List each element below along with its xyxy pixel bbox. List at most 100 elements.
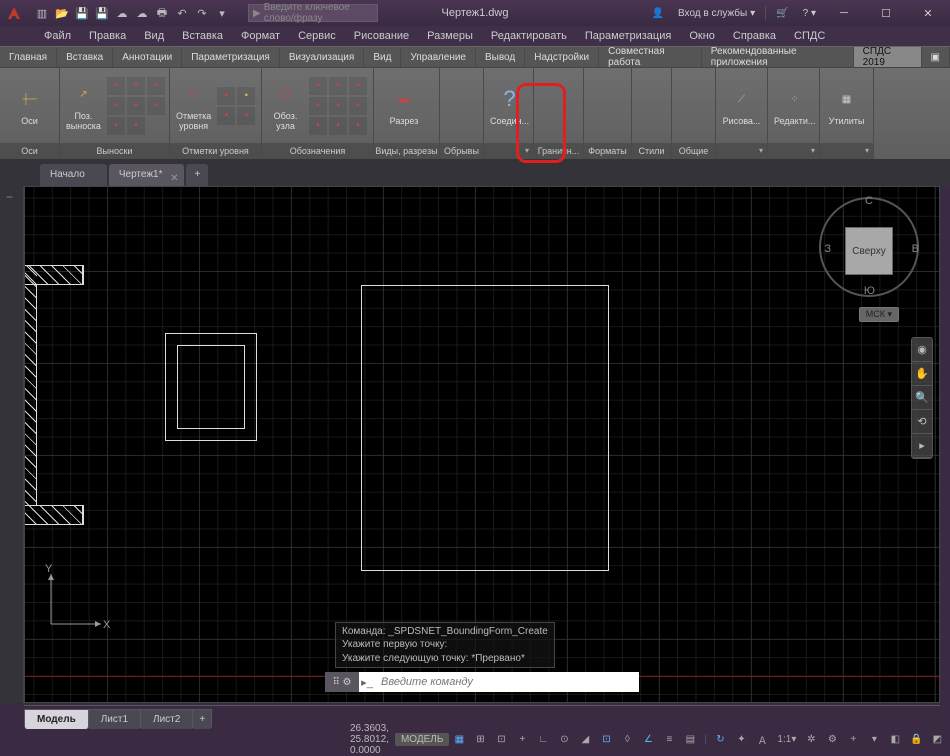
desig-mini-9[interactable]: ▪ <box>349 117 367 135</box>
status-polar-icon[interactable]: ⊙ <box>554 730 574 748</box>
desig-mini-2[interactable]: ▪ <box>329 77 347 95</box>
menu-insert[interactable]: Вставка <box>174 28 231 44</box>
status-units-icon[interactable]: ▾ <box>864 730 884 748</box>
app-logo[interactable] <box>0 0 28 26</box>
utilities-button[interactable]: ▦ Утилиты <box>826 82 867 129</box>
panel-title-leaders[interactable]: Выноски <box>60 143 169 159</box>
axes-button[interactable]: ┼─ Оси <box>6 82 53 129</box>
login-button[interactable]: Вход в службы ▾ <box>674 8 759 19</box>
command-input[interactable] <box>375 676 639 688</box>
nav-orbit-icon[interactable]: ⟲ <box>912 410 932 434</box>
menu-window[interactable]: Окно <box>681 28 723 44</box>
qat-save-icon[interactable]: 💾 <box>74 5 90 21</box>
status-annovisibility-icon[interactable]: ✲ <box>801 730 821 748</box>
desig-mini-5[interactable]: ▪ <box>329 97 347 115</box>
viewcube-west[interactable]: З <box>824 243 831 255</box>
status-space[interactable]: МОДЕЛЬ <box>395 733 449 746</box>
ribbon-tab-output[interactable]: Вывод <box>476 47 525 67</box>
connect-button[interactable]: ? Соедин... <box>490 82 529 129</box>
leader-mini-1[interactable]: ▪ <box>107 77 125 95</box>
panel-title-connect[interactable] <box>484 143 533 159</box>
level-mark-button[interactable]: ▽ Отметка уровня <box>176 77 211 134</box>
position-leader-button[interactable]: ↗ Поз. выноска <box>66 77 101 134</box>
ribbon-minimize-icon[interactable]: ▣ <box>922 47 950 67</box>
qat-cloud-open-icon[interactable]: ☁ <box>114 5 130 21</box>
panel-title-boundaries[interactable]: Граничн... <box>534 143 583 159</box>
maximize-button[interactable]: ☐ <box>868 1 904 25</box>
menu-service[interactable]: Сервис <box>290 28 344 44</box>
menu-dimensions[interactable]: Размеры <box>419 28 481 44</box>
command-line-handle[interactable]: ⠿ ⚙ <box>325 672 359 692</box>
ribbon-tab-manage[interactable]: Управление <box>401 47 476 67</box>
leader-mini-2[interactable]: ▪ <box>127 77 145 95</box>
status-otrack-icon[interactable]: ∠ <box>638 730 658 748</box>
panel-title-views[interactable]: Виды, разрезы <box>374 143 439 159</box>
ribbon-tab-featured[interactable]: Рекомендованные приложения <box>702 47 854 67</box>
ribbon-tab-addins[interactable]: Надстройки <box>525 47 599 67</box>
nav-showmotion-icon[interactable]: ▸ <box>912 434 932 458</box>
account-icon[interactable]: 👤 <box>648 8 668 19</box>
file-tab-new[interactable]: + <box>186 164 208 186</box>
status-isolate-icon[interactable]: ◩ <box>927 730 947 748</box>
level-mini-3[interactable]: ▪ <box>217 107 235 125</box>
qat-plot-icon[interactable]: 🖶 <box>154 5 170 21</box>
status-gizmo-icon[interactable]: ✦ <box>731 730 751 748</box>
status-lineweight-icon[interactable]: ≡ <box>659 730 679 748</box>
file-tab-drawing1[interactable]: Чертеж1*✕ <box>109 164 185 186</box>
file-tab-start[interactable]: Начало <box>40 164 107 186</box>
level-mini-4[interactable]: ▪ <box>237 107 255 125</box>
qat-redo-icon[interactable]: ↷ <box>194 5 210 21</box>
status-dynamic-input-icon[interactable]: + <box>512 730 532 748</box>
menu-parametric[interactable]: Параметризация <box>577 28 679 44</box>
panel-title-levelmarks[interactable]: Отметки уровня <box>170 143 261 159</box>
status-isodraft-icon[interactable]: ◢ <box>575 730 595 748</box>
qat-open-icon[interactable]: 📂 <box>54 5 70 21</box>
desig-mini-4[interactable]: ▪ <box>309 97 327 115</box>
panel-title-general[interactable]: Общие <box>672 143 715 159</box>
status-scale-label[interactable]: 1:1▾ <box>773 730 800 748</box>
leader-mini-5[interactable]: ▪ <box>127 97 145 115</box>
panel-title-utilities[interactable] <box>820 143 873 159</box>
panel-title-draw[interactable] <box>716 143 767 159</box>
qat-undo-icon[interactable]: ↶ <box>174 5 190 21</box>
ribbon-tab-view[interactable]: Вид <box>364 47 401 67</box>
menu-edit[interactable]: Правка <box>81 28 134 44</box>
status-monitor-icon[interactable]: + <box>843 730 863 748</box>
status-annoscale-icon[interactable]: Ａ <box>752 730 772 748</box>
ribbon-tab-visualization[interactable]: Визуализация <box>280 47 364 67</box>
viewport-restore-icon[interactable]: − <box>6 190 13 204</box>
status-transparency-icon[interactable]: ▤ <box>680 730 700 748</box>
desig-mini-1[interactable]: ▪ <box>309 77 327 95</box>
menu-help[interactable]: Справка <box>725 28 784 44</box>
edit-button[interactable]: ⁘ Редакти... <box>774 82 815 129</box>
minimize-button[interactable]: ─ <box>826 1 862 25</box>
level-mini-1[interactable]: ▪ <box>217 87 235 105</box>
ribbon-tab-insert[interactable]: Вставка <box>57 47 113 67</box>
ribbon-tab-collaborate[interactable]: Совместная работа <box>599 47 702 67</box>
close-button[interactable]: ✕ <box>910 1 946 25</box>
status-osnap-icon[interactable]: ⊡ <box>596 730 616 748</box>
desig-mini-3[interactable]: ▪ <box>349 77 367 95</box>
section-button[interactable]: ▬ Разрез <box>380 82 428 129</box>
qat-saveas-icon[interactable]: 💾 <box>94 5 110 21</box>
share-icon[interactable]: 🛒 <box>772 8 792 19</box>
wcs-badge[interactable]: МСК ▾ <box>859 307 899 322</box>
status-snap-icon[interactable]: ⊞ <box>470 730 490 748</box>
level-mini-2[interactable]: ▪ <box>237 87 255 105</box>
nav-pan-icon[interactable]: ✋ <box>912 362 932 386</box>
nav-zoom-icon[interactable]: 🔍 <box>912 386 932 410</box>
status-selection-cycling-icon[interactable]: ↻ <box>710 730 730 748</box>
nav-wheel-icon[interactable]: ◉ <box>912 338 932 362</box>
desig-mini-6[interactable]: ▪ <box>349 97 367 115</box>
status-grid-icon[interactable]: ▦ <box>449 730 469 748</box>
menu-view[interactable]: Вид <box>136 28 172 44</box>
viewcube-east[interactable]: В <box>912 243 919 255</box>
status-workspace-icon[interactable]: ⚙ <box>822 730 842 748</box>
status-coords[interactable]: 26.3603, 25.8012, 0.0000 <box>0 723 389 756</box>
leader-mini-6[interactable]: ▪ <box>147 97 165 115</box>
qat-dropdown-icon[interactable]: ▾ <box>214 5 230 21</box>
viewcube-north[interactable]: С <box>865 195 873 207</box>
status-lock-icon[interactable]: 🔒 <box>906 730 926 748</box>
status-infer-icon[interactable]: ⊡ <box>491 730 511 748</box>
viewcube[interactable]: Сверху <box>845 227 893 275</box>
